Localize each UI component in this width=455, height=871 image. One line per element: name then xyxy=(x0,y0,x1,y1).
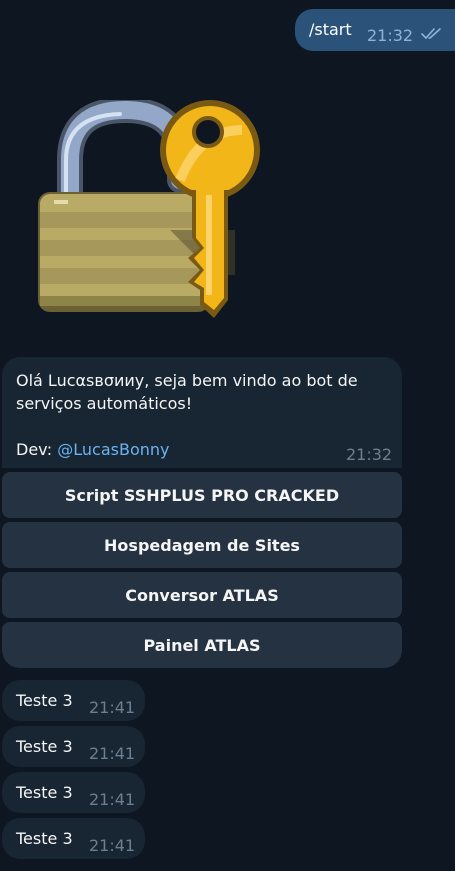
atlas-converter-button[interactable]: Conversor ATLAS xyxy=(2,572,402,618)
message-text: Teste 3 xyxy=(16,691,73,710)
site-hosting-button[interactable]: Hospedagem de Sites xyxy=(2,522,402,568)
sshplus-script-button[interactable]: Script SSHPLUS PRO CRACKED xyxy=(2,472,402,518)
message-text: Teste 3 xyxy=(16,737,73,756)
list-item[interactable]: Teste 3 21:41 xyxy=(2,680,145,721)
dev-label: Dev: xyxy=(16,440,53,459)
message-time: 21:41 xyxy=(89,698,136,717)
message-time: 21:41 xyxy=(89,836,136,855)
outgoing-message-time: 21:32 xyxy=(367,26,414,45)
double-check-icon xyxy=(421,26,443,45)
atlas-panel-button[interactable]: Painel ATLAS xyxy=(2,622,402,668)
bot-message[interactable]: Olá Lucαѕвσииу, seja bem vindo ao bot de… xyxy=(2,357,402,468)
list-item[interactable]: Teste 3 21:41 xyxy=(2,772,145,813)
bot-message-line-1: Olá Lucαѕвσииу, seja bem vindo ao bot de xyxy=(16,371,358,390)
list-item[interactable]: Teste 3 21:41 xyxy=(2,818,145,859)
bot-message-dev-line: Dev: @LucasBonny xyxy=(16,440,169,459)
message-time: 21:41 xyxy=(89,744,136,763)
message-text: Teste 3 xyxy=(16,829,73,848)
list-item[interactable]: Teste 3 21:41 xyxy=(2,726,145,767)
message-time: 21:41 xyxy=(89,790,136,809)
outgoing-message[interactable]: /start 21:32 xyxy=(295,9,455,51)
bot-message-line-2: serviços automáticos! xyxy=(16,394,193,413)
lock-and-key-sticker[interactable] xyxy=(30,96,270,325)
dev-mention-link[interactable]: @LucasBonny xyxy=(57,440,169,459)
outgoing-message-text: /start xyxy=(309,20,352,39)
bot-message-time: 21:32 xyxy=(346,445,393,464)
message-text: Teste 3 xyxy=(16,783,73,802)
